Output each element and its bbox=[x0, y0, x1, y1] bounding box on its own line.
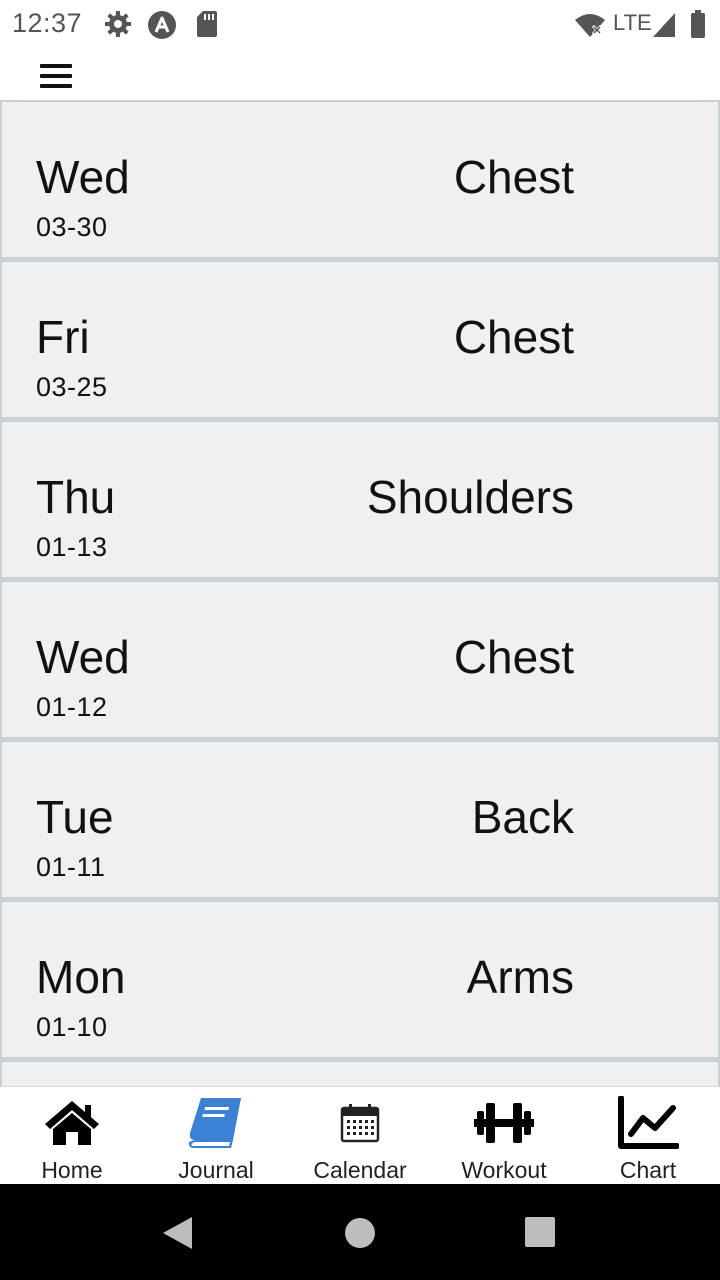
entry-muscle-group: Chest bbox=[453, 631, 574, 683]
nav-label-calendar: Calendar bbox=[313, 1157, 407, 1183]
entry-muscle-group: Back bbox=[471, 791, 574, 843]
app-header bbox=[0, 48, 720, 100]
book-icon bbox=[144, 1093, 288, 1153]
dumbbell-icon bbox=[432, 1093, 576, 1153]
recents-button-icon[interactable] bbox=[525, 1217, 555, 1252]
nav-label-home: Home bbox=[41, 1157, 103, 1183]
journal-entry[interactable]: Fri 03-25 Chest bbox=[0, 260, 720, 420]
entry-day: Wed bbox=[36, 631, 130, 683]
hamburger-menu-icon[interactable] bbox=[36, 56, 76, 92]
entry-muscle-group: Chest bbox=[453, 151, 574, 203]
network-type: LTE bbox=[613, 10, 652, 35]
settings-icon bbox=[104, 10, 132, 43]
journal-entry[interactable]: Wed 03-30 Chest bbox=[0, 100, 720, 260]
nav-journal[interactable]: Journal bbox=[144, 1087, 288, 1185]
nav-label-journal: Journal bbox=[178, 1157, 254, 1183]
entry-date: 03-30 bbox=[36, 212, 108, 242]
nav-calendar[interactable]: Calendar bbox=[288, 1087, 432, 1185]
status-time: 12:37 bbox=[12, 8, 83, 38]
journal-entry[interactable]: Thu 01-13 Shoulders bbox=[0, 420, 720, 580]
nav-label-workout: Workout bbox=[461, 1157, 547, 1183]
journal-list[interactable]: Wed 03-30 Chest Fri 03-25 Chest Thu 01-1… bbox=[0, 100, 720, 1086]
battery-icon bbox=[690, 10, 706, 43]
line-chart-icon bbox=[576, 1093, 720, 1153]
entry-date: 03-25 bbox=[36, 372, 108, 402]
sd-card-icon bbox=[196, 10, 218, 43]
wifi-x-icon bbox=[574, 12, 606, 43]
entry-muscle-group: Shoulders bbox=[366, 471, 574, 523]
entry-muscle-group: Arms bbox=[466, 951, 574, 1003]
status-bar: 12:37 LTE bbox=[0, 0, 720, 48]
entry-date: 01-10 bbox=[36, 1012, 108, 1042]
signal-icon bbox=[652, 12, 676, 43]
entry-date: 01-12 bbox=[36, 692, 108, 722]
journal-entry[interactable]: Tue 01-11 Back bbox=[0, 740, 720, 900]
journal-entry[interactable]: Wed 01-12 Chest bbox=[0, 580, 720, 740]
nav-home[interactable]: Home bbox=[0, 1087, 144, 1185]
nav-chart[interactable]: Chart bbox=[576, 1087, 720, 1185]
bottom-navigation: Home Journal Calendar Workout Chart bbox=[0, 1086, 720, 1184]
entry-day: Tue bbox=[36, 791, 114, 843]
entry-date: 01-11 bbox=[36, 852, 106, 882]
entry-day: Fri bbox=[36, 311, 90, 363]
nav-workout[interactable]: Workout bbox=[432, 1087, 576, 1185]
entry-day: Mon bbox=[36, 951, 126, 1003]
entry-day: Thu bbox=[36, 471, 116, 523]
home-button-icon[interactable] bbox=[344, 1217, 376, 1254]
calendar-icon bbox=[288, 1093, 432, 1153]
app-screen: 12:37 LTE Wed 03-30 Chest Fri 03-25 Ches… bbox=[0, 0, 720, 1280]
entry-muscle-group: Chest bbox=[453, 311, 574, 363]
a-badge-icon bbox=[147, 10, 177, 45]
journal-entry[interactable]: Mon 01-10 Arms bbox=[0, 900, 720, 1060]
home-icon bbox=[0, 1093, 144, 1153]
entry-day: Wed bbox=[36, 151, 130, 203]
nav-label-chart: Chart bbox=[619, 1157, 677, 1183]
back-button-icon[interactable] bbox=[162, 1216, 194, 1255]
entry-date: 01-13 bbox=[36, 532, 108, 562]
system-navigation-bar bbox=[0, 1184, 720, 1280]
journal-entry-partial[interactable] bbox=[0, 1060, 720, 1086]
